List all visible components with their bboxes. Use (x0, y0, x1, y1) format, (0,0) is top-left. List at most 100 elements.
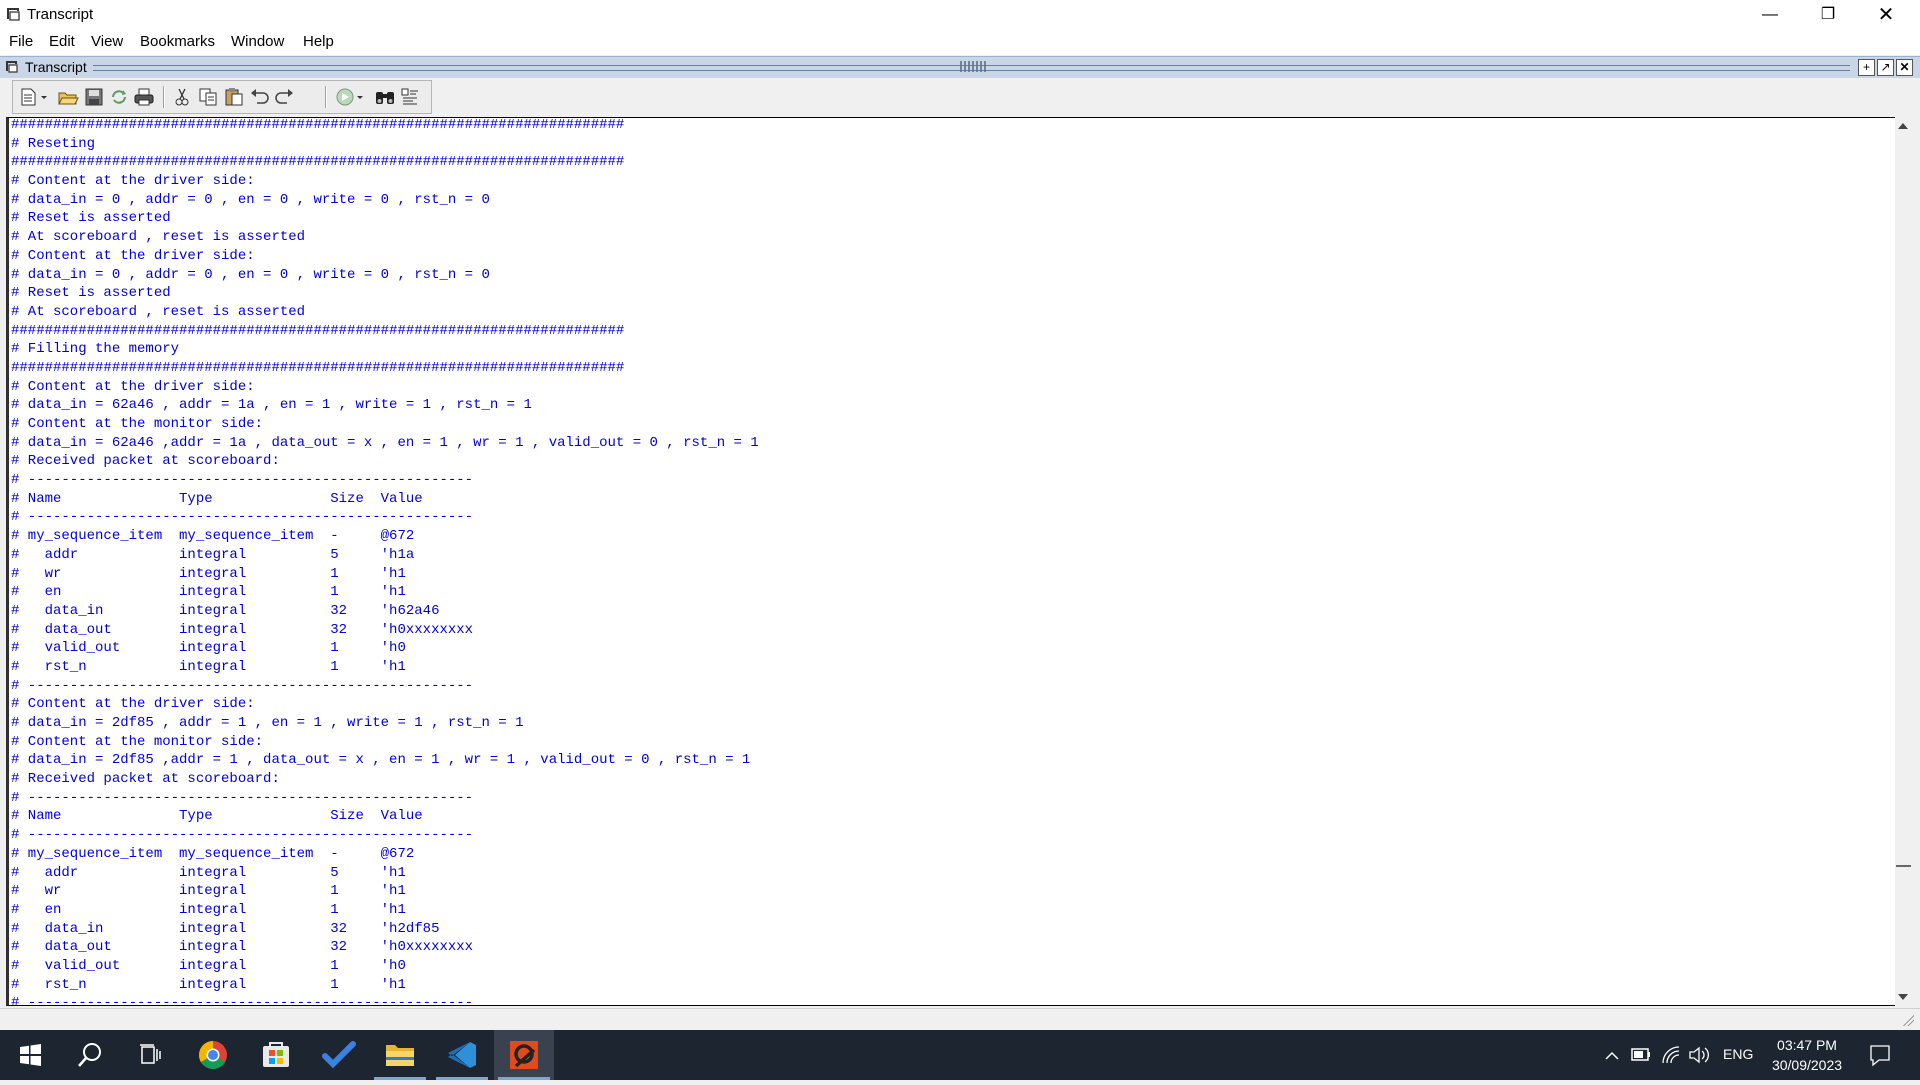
clock-time: 03:47 PM (1777, 1037, 1837, 1053)
run-icon[interactable] (335, 87, 365, 107)
toolbar-separator (325, 86, 327, 108)
notification-icon[interactable] (1868, 1030, 1892, 1080)
transcript-window[interactable]: ########################################… (6, 117, 1896, 1006)
open-folder-icon[interactable] (57, 87, 79, 107)
clock-date: 30/09/2023 (1771, 1057, 1843, 1073)
resize-grip-icon[interactable] (1900, 1012, 1914, 1026)
task-view-button[interactable] (120, 1030, 180, 1080)
volume-icon[interactable] (1688, 1030, 1710, 1080)
transcript-line: # Received packet at scoreboard: (11, 453, 280, 470)
transcript-line: ########################################… (11, 359, 625, 376)
vertical-scrollbar[interactable] (1895, 117, 1912, 1006)
menu-file[interactable]: File (9, 33, 33, 50)
undo-icon[interactable] (249, 87, 271, 107)
input-language[interactable]: ENG (1723, 1046, 1753, 1066)
store-icon (263, 1042, 289, 1067)
menu-bookmarks[interactable]: Bookmarks (140, 33, 215, 50)
toolbar-group (12, 80, 432, 114)
save-icon[interactable] (83, 87, 105, 107)
transcript-pane-header[interactable]: Transcript + ↗ ✕ (0, 56, 1920, 79)
cut-icon[interactable] (171, 87, 193, 107)
transcript-line: # data_in = 2df85 ,addr = 1 , data_out =… (11, 752, 751, 769)
battery-icon[interactable] (1630, 1030, 1652, 1080)
transcript-line: # data_in = 2df85 , addr = 1 , en = 1 , … (11, 715, 524, 731)
print-icon[interactable] (133, 87, 155, 107)
transcript-line: # Content at the driver side: (11, 378, 255, 395)
restore-button[interactable]: ❐ (1800, 0, 1856, 30)
wifi-icon[interactable] (1660, 1030, 1682, 1080)
menu-edit[interactable]: Edit (49, 33, 75, 50)
search-button[interactable] (60, 1030, 120, 1080)
plus-icon: + (1862, 60, 1870, 74)
transcript-line: ########################################… (11, 117, 625, 133)
transcript-line: # --------------------------------------… (11, 995, 474, 1006)
transcript-line: # --------------------------------------… (11, 789, 474, 806)
transcript-line: # Content at the driver side: (11, 173, 255, 190)
file-explorer-taskbar-button[interactable] (370, 1030, 430, 1080)
vscode-taskbar-button[interactable] (432, 1030, 492, 1080)
transcript-pane-icon (6, 61, 18, 73)
transcript-line: # data_out integral 32 'h0xxxxxxxx (11, 621, 474, 638)
menu-window[interactable]: Window (231, 33, 284, 50)
restore-icon: ❐ (1820, 6, 1836, 23)
transcript-line: # data_in integral 32 'h62a46 (11, 602, 440, 619)
transcript-line: # addr integral 5 'h1 (11, 864, 406, 881)
transcript-line: # data_in = 62a46 ,addr = 1a , data_out … (11, 434, 759, 451)
transcript-lines: ########################################… (11, 117, 759, 1006)
chevron-up-icon[interactable] (1602, 1030, 1622, 1080)
transcript-line: # rst_n integral 1 'h1 (11, 658, 406, 675)
close-icon: ✕ (1877, 4, 1895, 26)
new-document-icon[interactable] (19, 87, 49, 107)
todo-taskbar-button[interactable] (309, 1030, 369, 1080)
transcript-line: # Name Type Size Value (11, 808, 423, 825)
transcript-line: # Reset is asserted (11, 210, 171, 227)
transcript-line: # Content at the monitor side: (11, 733, 264, 750)
transcript-line: # wr integral 1 'h1 (11, 883, 406, 900)
transcript-line: # en integral 1 'h1 (11, 584, 406, 601)
transcript-line: # data_in integral 32 'h2df85 (11, 920, 440, 937)
transcript-line: # Content at the driver side: (11, 247, 255, 264)
format-icon[interactable] (399, 87, 421, 107)
find-icon[interactable] (374, 87, 396, 107)
transcript-line: # Received packet at scoreboard: (11, 771, 280, 788)
title-bar: Transcript — ❐ ✕ (0, 0, 1920, 30)
close-button[interactable]: ✕ (1858, 0, 1914, 30)
questa-taskbar-button[interactable] (494, 1030, 554, 1080)
reload-icon[interactable] (108, 87, 130, 107)
pane-add-button[interactable]: + (1858, 59, 1875, 76)
store-taskbar-button[interactable] (246, 1030, 306, 1080)
copy-icon[interactable] (197, 87, 219, 107)
transcript-line: # valid_out integral 1 'h0 (11, 640, 406, 657)
scroll-up-arrow-icon[interactable] (1898, 123, 1908, 129)
pane-undock-button[interactable]: ↗ (1877, 59, 1894, 76)
chrome-icon (199, 1041, 227, 1069)
questa-icon (510, 1041, 538, 1069)
pane-grip-handle[interactable] (960, 61, 988, 72)
minimize-icon: — (1762, 6, 1778, 23)
minimize-button[interactable]: — (1742, 0, 1798, 30)
taskbar-clock[interactable]: 03:47 PM 30/09/2023 (1762, 1035, 1852, 1075)
menu-view[interactable]: View (91, 33, 123, 50)
start-button[interactable] (0, 1030, 60, 1080)
paste-icon[interactable] (223, 87, 245, 107)
search-icon (78, 1043, 101, 1067)
transcript-line: # At scoreboard , reset is asserted (11, 303, 306, 320)
transcript-line: # data_in = 62a46 , addr = 1a , en = 1 ,… (11, 397, 532, 414)
redo-icon[interactable] (273, 87, 295, 107)
pane-title: Transcript (25, 59, 87, 75)
task-view-icon (140, 1044, 161, 1064)
pane-close-button[interactable]: ✕ (1896, 59, 1913, 76)
vscode-icon (448, 1042, 476, 1068)
scroll-thumb[interactable] (1896, 865, 1911, 867)
chrome-taskbar-button[interactable] (183, 1030, 243, 1080)
close-icon: ✕ (1899, 60, 1910, 74)
menu-help[interactable]: Help (303, 33, 334, 50)
transcript-line: # Reset is asserted (11, 285, 171, 302)
transcript-line: # addr integral 5 'h1a (11, 546, 415, 563)
transcript-line: # Content at the monitor side: (11, 416, 264, 432)
transcript-line: # --------------------------------------… (11, 827, 474, 844)
transcript-line: # Name Type Size Value (11, 490, 423, 507)
scroll-down-arrow-icon[interactable] (1898, 994, 1908, 1000)
window-title: Transcript (27, 6, 94, 23)
transcript-line: # data_out integral 32 'h0xxxxxxxx (11, 939, 474, 956)
